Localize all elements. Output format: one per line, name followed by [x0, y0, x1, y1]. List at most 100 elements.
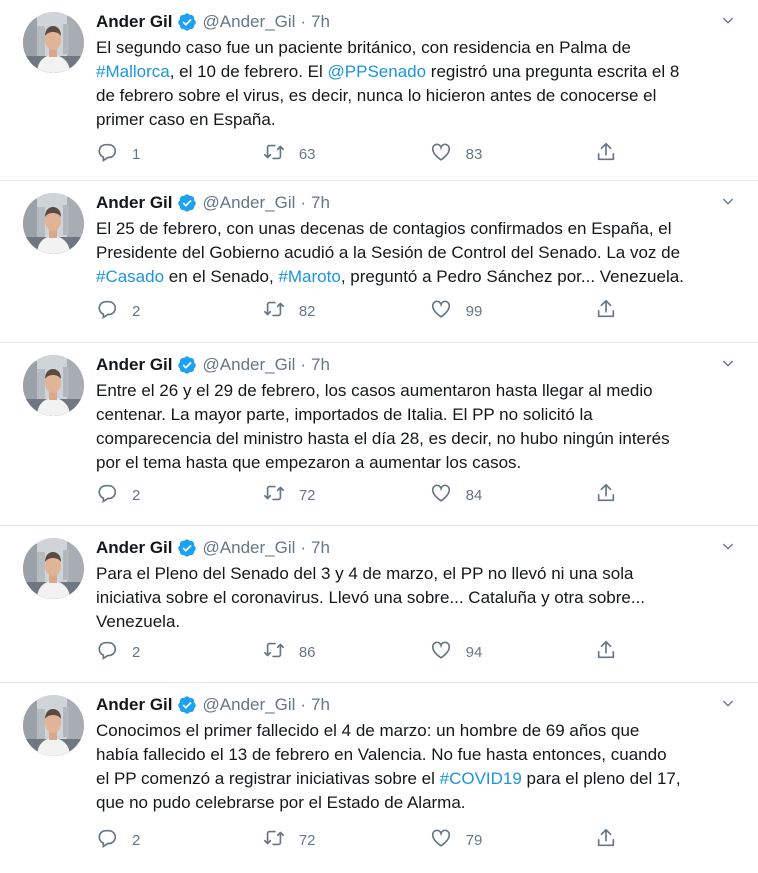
- separator-dot: ·: [300, 355, 307, 374]
- tweet-text-line: El segundo caso fue un paciente británic…: [96, 36, 736, 60]
- tweet[interactable]: Ander Gil @Ander_Gil · 7h Para el Pleno …: [0, 526, 758, 683]
- tweet-actions: 2 72 79: [96, 827, 656, 853]
- tweet-text-segment: El segundo caso fue un paciente británic…: [96, 38, 631, 57]
- tweet-text-line: comparecencia del ministro hasta el día …: [96, 427, 736, 451]
- tweet-text-segment: había fallecido el 13 de febrero en Vale…: [96, 745, 667, 764]
- avatar-photo: [23, 12, 84, 73]
- tweet-header: Ander Gil @Ander_Gil · 7h: [96, 693, 742, 717]
- chevron-down-icon[interactable]: [720, 538, 736, 554]
- chevron-down-icon[interactable]: [720, 695, 736, 711]
- retweet-button[interactable]: 86: [263, 639, 430, 665]
- share-button[interactable]: [596, 482, 656, 508]
- chevron-down-icon[interactable]: [720, 355, 736, 371]
- like-button[interactable]: 99: [430, 298, 597, 324]
- tweet-text-line: Presidente del Gobierno acudió a la Sesi…: [96, 241, 736, 265]
- reply-icon: [96, 827, 132, 853]
- reply-count: 2: [132, 486, 141, 504]
- share-button[interactable]: [596, 298, 656, 324]
- reply-button[interactable]: 2: [96, 298, 263, 324]
- tweet-header: Ander Gil @Ander_Gil · 7h: [96, 10, 742, 34]
- reply-count: 2: [132, 302, 141, 320]
- author-name[interactable]: Ander Gil: [96, 193, 173, 213]
- reply-icon: [96, 298, 132, 324]
- tweet-header: Ander Gil @Ander_Gil · 7h: [96, 536, 742, 560]
- tweet-text-segment: para el pleno del 17,: [521, 769, 681, 788]
- tweet-text-line: iniciativa sobre el coronavirus. Llevó u…: [96, 586, 736, 610]
- tweet-timestamp[interactable]: 7h: [311, 12, 330, 32]
- hashtag-link[interactable]: #Maroto: [278, 267, 340, 286]
- retweet-icon: [263, 827, 299, 853]
- avatar[interactable]: [23, 12, 84, 73]
- tweet-text-segment: que no pudo celebrarse por el Estado de …: [96, 793, 466, 812]
- reply-button[interactable]: 1: [96, 141, 263, 167]
- author-name[interactable]: Ander Gil: [96, 355, 173, 375]
- tweet-timestamp[interactable]: 7h: [311, 695, 330, 715]
- tweet-text: Para el Pleno del Senado del 3 y 4 de ma…: [96, 562, 736, 634]
- retweet-button[interactable]: 72: [263, 827, 430, 853]
- chevron-down-icon[interactable]: [720, 193, 736, 209]
- heart-icon: [430, 482, 466, 508]
- share-icon: [596, 827, 631, 853]
- tweet-text: El segundo caso fue un paciente británic…: [96, 36, 736, 132]
- tweet-text-line: primer caso en España.: [96, 108, 736, 132]
- tweet-text-line: de febrero sobre el virus, es decir, nun…: [96, 84, 736, 108]
- author-name[interactable]: Ander Gil: [96, 695, 173, 715]
- like-button[interactable]: 83: [430, 141, 597, 167]
- share-button[interactable]: [596, 639, 656, 665]
- verified-badge-icon: [177, 12, 197, 32]
- tweet-timestamp[interactable]: 7h: [311, 355, 330, 375]
- avatar[interactable]: [23, 355, 84, 416]
- separator-dot: ·: [300, 12, 307, 31]
- verified-badge-icon: [177, 193, 197, 213]
- share-button[interactable]: [596, 141, 656, 167]
- like-button[interactable]: 84: [430, 482, 597, 508]
- retweet-count: 63: [298, 145, 316, 163]
- tweet[interactable]: Ander Gil @Ander_Gil · 7h Conocimos el p…: [0, 683, 758, 873]
- like-button[interactable]: 79: [430, 827, 597, 853]
- retweet-button[interactable]: 72: [263, 482, 430, 508]
- reply-icon: [96, 482, 132, 508]
- hashtag-link[interactable]: #Mallorca: [96, 62, 170, 81]
- tweet-text-line: el PP comenzó a registrar iniciativas so…: [96, 767, 736, 791]
- tweet-text-segment: comparecencia del ministro hasta el día …: [96, 429, 670, 448]
- tweet-text-segment: Para el Pleno del Senado del 3 y 4 de ma…: [96, 564, 634, 583]
- author-handle[interactable]: @Ander_Gil: [203, 193, 296, 213]
- mention-link[interactable]: @PPSenado: [328, 62, 427, 81]
- like-count: 83: [465, 145, 483, 163]
- reply-button[interactable]: 2: [96, 639, 263, 665]
- author-handle[interactable]: @Ander_Gil: [203, 538, 296, 558]
- author-handle[interactable]: @Ander_Gil: [203, 355, 296, 375]
- author-name[interactable]: Ander Gil: [96, 12, 173, 32]
- tweet[interactable]: Ander Gil @Ander_Gil · 7h El 25 de febre…: [0, 181, 758, 343]
- retweet-count: 72: [298, 831, 316, 849]
- share-button[interactable]: [596, 827, 656, 853]
- verified-badge-icon: [177, 355, 197, 375]
- chevron-down-icon[interactable]: [720, 12, 736, 28]
- reply-button[interactable]: 2: [96, 482, 263, 508]
- tweet-actions: 2 82 99: [96, 298, 656, 324]
- tweet-text-segment: de febrero sobre el virus, es decir, nun…: [96, 86, 657, 105]
- tweet-timestamp[interactable]: 7h: [311, 193, 330, 213]
- author-handle[interactable]: @Ander_Gil: [203, 695, 296, 715]
- hashtag-link[interactable]: #COVID19: [440, 769, 522, 788]
- reply-button[interactable]: 2: [96, 827, 263, 853]
- avatar[interactable]: [23, 538, 84, 599]
- tweet[interactable]: Ander Gil @Ander_Gil · 7h Entre el 26 y …: [0, 343, 758, 526]
- author-name[interactable]: Ander Gil: [96, 538, 173, 558]
- reply-count: 2: [132, 643, 141, 661]
- tweet-text-segment: iniciativa sobre el coronavirus. Llevó u…: [96, 588, 646, 607]
- tweet-text: Entre el 26 y el 29 de febrero, los caso…: [96, 379, 736, 475]
- avatar[interactable]: [23, 695, 84, 756]
- author-handle[interactable]: @Ander_Gil: [203, 12, 296, 32]
- retweet-button[interactable]: 82: [263, 298, 430, 324]
- retweet-button[interactable]: 63: [263, 141, 430, 167]
- avatar[interactable]: [23, 193, 84, 254]
- share-icon: [596, 298, 631, 324]
- like-button[interactable]: 94: [430, 639, 597, 665]
- tweet-text-line: Conocimos el primer fallecido el 4 de ma…: [96, 719, 736, 743]
- tweet-timestamp[interactable]: 7h: [311, 538, 330, 558]
- tweet[interactable]: Ander Gil @Ander_Gil · 7h El segundo cas…: [0, 0, 758, 181]
- retweet-icon: [263, 482, 299, 508]
- tweet-text: Conocimos el primer fallecido el 4 de ma…: [96, 719, 736, 815]
- hashtag-link[interactable]: #Casado: [96, 267, 164, 286]
